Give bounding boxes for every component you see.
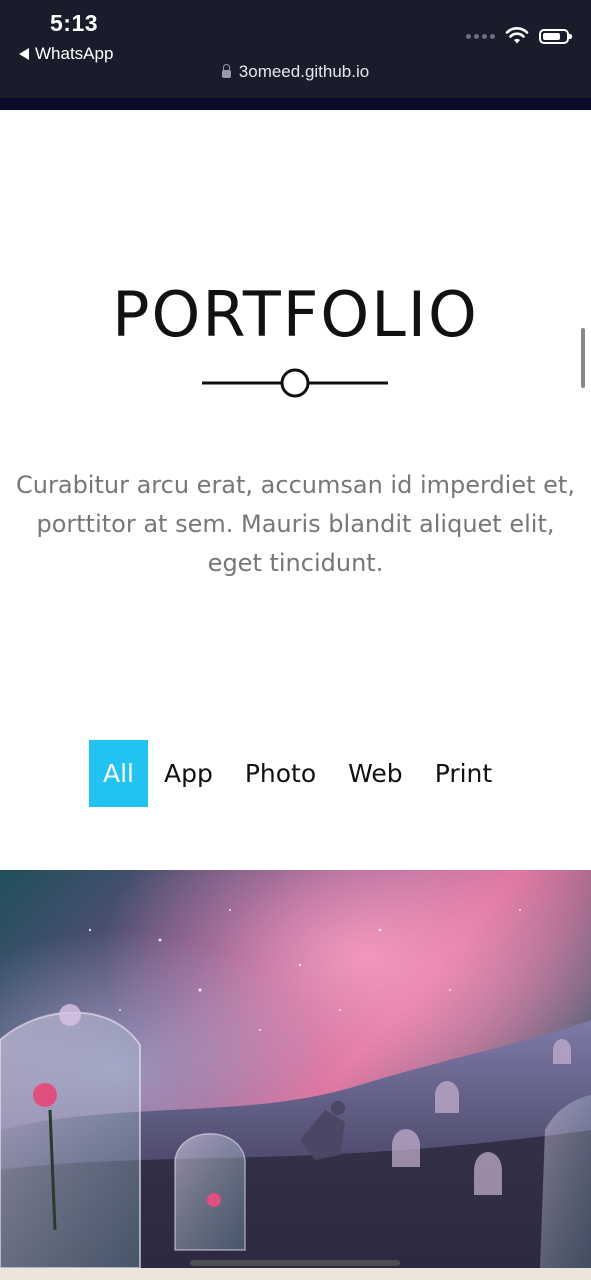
filter-web[interactable]: Web bbox=[332, 740, 419, 807]
portfolio-item-image[interactable] bbox=[0, 870, 591, 1268]
filter-app[interactable]: App bbox=[148, 740, 229, 807]
section-description: Curabitur arcu erat, accumsan id imperdi… bbox=[16, 471, 575, 577]
title-divider-icon bbox=[202, 368, 388, 398]
filter-all[interactable]: All bbox=[89, 740, 148, 807]
battery-icon bbox=[539, 28, 572, 44]
back-to-app-button[interactable]: WhatsApp bbox=[19, 44, 113, 64]
lock-icon bbox=[221, 64, 231, 78]
site-nav-strip bbox=[0, 98, 591, 110]
back-app-label: WhatsApp bbox=[35, 44, 114, 63]
next-item-edge bbox=[0, 1268, 591, 1280]
home-indicator[interactable] bbox=[190, 1260, 400, 1266]
signal-dots-icon bbox=[466, 33, 495, 39]
wifi-icon bbox=[505, 27, 529, 44]
url-text: 3omeed.github.io bbox=[238, 62, 370, 81]
status-icons bbox=[466, 27, 572, 45]
status-bar: 5:13 WhatsApp 3omeed.github.io bbox=[0, 0, 591, 98]
back-arrow-icon bbox=[19, 48, 29, 60]
filter-photo[interactable]: Photo bbox=[229, 740, 332, 807]
filter-print[interactable]: Print bbox=[419, 740, 509, 807]
address-bar[interactable]: 3omeed.github.io bbox=[0, 62, 591, 82]
status-time: 5:13 bbox=[50, 10, 99, 36]
page-title: PORTFOLIO bbox=[112, 278, 479, 351]
portfolio-filters: All App Photo Web Print bbox=[89, 740, 508, 807]
fantasy-landscape-illustration bbox=[0, 870, 591, 1268]
